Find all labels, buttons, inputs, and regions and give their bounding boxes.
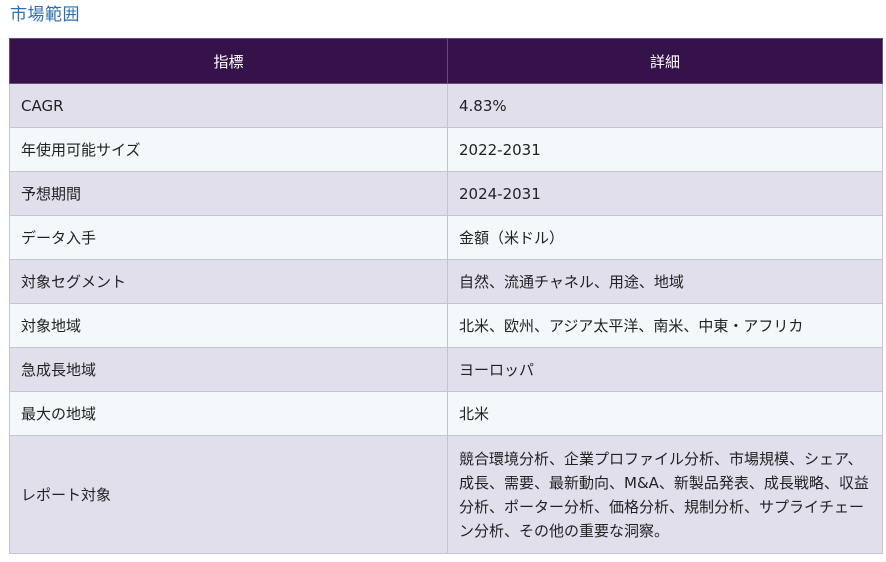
header-metric: 指標 — [9, 38, 448, 84]
row-label: 最大の地域 — [9, 391, 448, 436]
row-value: 2022-2031 — [447, 127, 883, 172]
row-value: 競合環境分析、企業プロファイル分析、市場規模、シェア、成長、需要、最新動向、M&… — [447, 435, 883, 554]
table-header-row: 指標 詳細 — [9, 38, 883, 84]
row-label: CAGR — [9, 83, 448, 128]
table-row: CAGR 4.83% — [9, 83, 883, 128]
row-value: 自然、流通チャネル、用途、地域 — [447, 259, 883, 304]
table-row: 予想期間 2024-2031 — [9, 171, 883, 216]
table-row: 対象セグメント 自然、流通チャネル、用途、地域 — [9, 259, 883, 304]
row-label: レポート対象 — [9, 435, 448, 554]
market-scope-table: 指標 詳細 CAGR 4.83% 年使用可能サイズ 2022-2031 予想期間… — [9, 38, 883, 554]
row-value: 2024-2031 — [447, 171, 883, 216]
table-row: 急成長地域 ヨーロッパ — [9, 347, 883, 392]
row-label: 対象セグメント — [9, 259, 448, 304]
table-row: データ入手 金額（米ドル） — [9, 215, 883, 260]
row-value: 北米、欧州、アジア太平洋、南米、中東・アフリカ — [447, 303, 883, 348]
table-row: レポート対象 競合環境分析、企業プロファイル分析、市場規模、シェア、成長、需要、… — [9, 435, 883, 554]
row-label: 急成長地域 — [9, 347, 448, 392]
row-value: 北米 — [447, 391, 883, 436]
page-title: 市場範囲 — [10, 5, 80, 25]
row-label: 対象地域 — [9, 303, 448, 348]
table-row: 最大の地域 北米 — [9, 391, 883, 436]
row-label: 予想期間 — [9, 171, 448, 216]
header-detail: 詳細 — [447, 38, 883, 84]
row-value: 4.83% — [447, 83, 883, 128]
row-label: 年使用可能サイズ — [9, 127, 448, 172]
row-value: ヨーロッパ — [447, 347, 883, 392]
row-label: データ入手 — [9, 215, 448, 260]
row-value: 金額（米ドル） — [447, 215, 883, 260]
table-row: 年使用可能サイズ 2022-2031 — [9, 127, 883, 172]
table-row: 対象地域 北米、欧州、アジア太平洋、南米、中東・アフリカ — [9, 303, 883, 348]
